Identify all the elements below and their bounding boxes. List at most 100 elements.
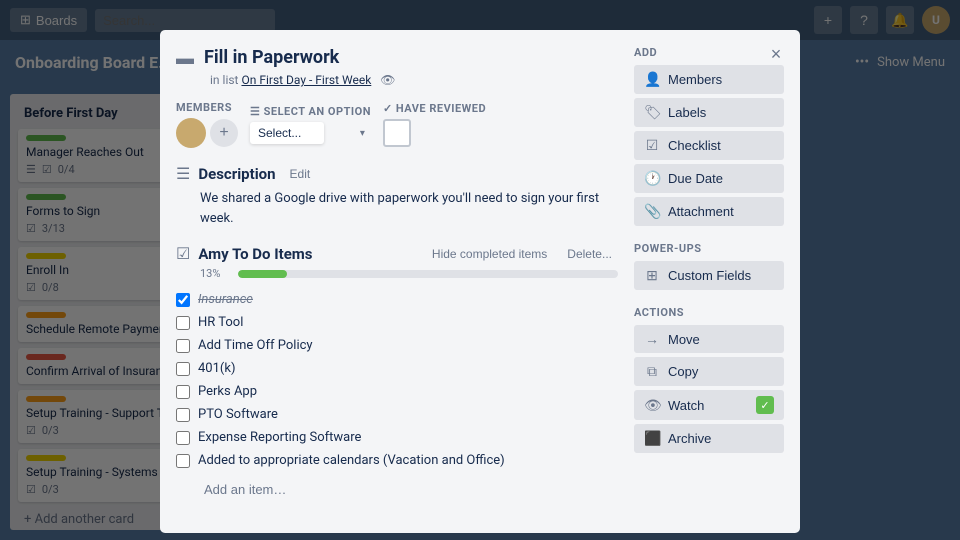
select-icon: ☰ (250, 105, 260, 118)
copy-icon: ⧉ (644, 363, 660, 380)
modal-sidebar: ADD 👤 Members 🏷 Labels ☑ Checklist 🕐 Due… (634, 46, 784, 517)
select-dropdown[interactable]: Select... Option 1 Option 2 (250, 122, 324, 144)
watch-btn-label: Watch (668, 398, 704, 413)
reviewed-checkbox[interactable] (383, 119, 411, 147)
modal-overlay[interactable]: ▬ Fill in Paperwork in list On First Day… (0, 0, 960, 540)
checklist-item-text: Perks App (198, 384, 257, 399)
label-icon: 🏷 (644, 104, 660, 121)
have-reviewed-section: ✓ HAVE REVIEWED (383, 102, 486, 147)
member-avatar (176, 118, 206, 148)
checklist-item: Added to appropriate calendars (Vacation… (176, 449, 618, 472)
members-btn-label: Members (668, 72, 722, 87)
checklist-item-text: Expense Reporting Software (198, 430, 361, 445)
members-button[interactable]: 👤 Members (634, 65, 784, 94)
description-section: ☰ Description Edit We shared a Google dr… (176, 164, 618, 228)
description-text: We shared a Google drive with paperwork … (200, 189, 618, 228)
copy-button[interactable]: ⧉ Copy (634, 357, 784, 386)
description-title: Description (198, 165, 275, 183)
have-reviewed-label: ✓ HAVE REVIEWED (383, 102, 486, 115)
checklist-checkbox[interactable] (176, 362, 190, 376)
select-wrapper: Select... Option 1 Option 2 (250, 122, 371, 144)
checklist-item: 401(k) (176, 357, 618, 380)
select-option-label: ☰ SELECT AN OPTION (250, 105, 371, 118)
power-ups-label: POWER-UPS (634, 242, 784, 255)
delete-checklist-button[interactable]: Delete... (561, 245, 618, 263)
modal-main-content: ▬ Fill in Paperwork in list On First Day… (176, 46, 634, 517)
select-label-text: SELECT AN OPTION (264, 105, 371, 118)
checklist-title: Amy To Do Items (198, 245, 312, 263)
checklist-btn-label: Checklist (668, 138, 721, 153)
labels-button[interactable]: 🏷 Labels (634, 98, 784, 127)
add-item-row: Add an item… (198, 478, 618, 501)
description-edit-button[interactable]: Edit (284, 165, 317, 183)
checklist-items: Insurance HR Tool Add Time Off Policy 40… (176, 288, 618, 472)
checklist-item: Insurance (176, 288, 618, 311)
add-item-button[interactable]: Add an item… (198, 478, 292, 501)
hide-completed-button[interactable]: Hide completed items (426, 245, 553, 263)
watch-button[interactable]: 👁 Watch ✓ (634, 390, 784, 420)
add-section: ADD 👤 Members 🏷 Labels ☑ Checklist 🕐 Due… (634, 46, 784, 226)
move-btn-label: Move (668, 332, 700, 347)
labels-btn-label: Labels (668, 105, 706, 120)
watch-eye-icon: 👁 (380, 73, 395, 87)
progress-percentage: 13% (200, 267, 230, 280)
archive-icon: ⬛ (644, 430, 660, 447)
checklist-item: Expense Reporting Software (176, 426, 618, 449)
person-icon: 👤 (644, 71, 660, 88)
progress-bar-background (238, 270, 618, 278)
description-title-row: ☰ Description Edit (176, 164, 618, 183)
checklist-item-text: 401(k) (198, 361, 235, 376)
card-modal: ▬ Fill in Paperwork in list On First Day… (160, 30, 800, 533)
archive-btn-label: Archive (668, 431, 711, 446)
actions-label: ACTIONS (634, 306, 784, 319)
checklist-item: Add Time Off Policy (176, 334, 618, 357)
checklist-checkbox[interactable] (176, 316, 190, 330)
attachment-button[interactable]: 📎 Attachment (634, 197, 784, 226)
checklist-icon: ☑ (176, 244, 190, 263)
description-icon: ☰ (176, 164, 190, 183)
clock-icon: 🕐 (644, 170, 660, 187)
checklist-item: HR Tool (176, 311, 618, 334)
move-icon: → (644, 331, 660, 347)
custom-fields-button[interactable]: ⊞ Custom Fields (634, 261, 784, 290)
checklist-item-text: HR Tool (198, 315, 243, 330)
card-icon: ▬ (176, 48, 194, 69)
checklist-checkbox[interactable] (176, 408, 190, 422)
attachment-icon: 📎 (644, 203, 660, 220)
actions-section: ACTIONS → Move ⧉ Copy 👁 Watch ✓ (634, 306, 784, 453)
progress-bar-fill (238, 270, 287, 278)
copy-btn-label: Copy (668, 364, 698, 379)
modal-subtitle: in list On First Day - First Week 👁 (204, 73, 618, 87)
checklist-section: ☑ Amy To Do Items Hide completed items D… (176, 244, 618, 501)
custom-fields-btn-label: Custom Fields (668, 268, 751, 283)
checklist-checkbox[interactable] (176, 454, 190, 468)
power-ups-section: POWER-UPS ⊞ Custom Fields (634, 242, 784, 290)
modal-title: Fill in Paperwork (204, 46, 339, 69)
modal-title-area: ▬ Fill in Paperwork (176, 46, 618, 69)
members-label: MEMBERS (176, 101, 238, 114)
checklist-checkbox[interactable] (176, 385, 190, 399)
checklist-add-icon: ☑ (644, 137, 660, 154)
checklist-item-text: Add Time Off Policy (198, 338, 313, 353)
move-button[interactable]: → Move (634, 325, 784, 353)
members-section: MEMBERS + (176, 101, 238, 148)
archive-button[interactable]: ⬛ Archive (634, 424, 784, 453)
check-icon: ✓ (383, 102, 393, 115)
due-date-button[interactable]: 🕐 Due Date (634, 164, 784, 193)
member-avatars: + (176, 118, 238, 148)
modal-close-button[interactable]: × (762, 40, 790, 68)
checklist-item: PTO Software (176, 403, 618, 426)
watch-active-check: ✓ (756, 396, 774, 414)
checklist-item-text: Added to appropriate calendars (Vacation… (198, 453, 505, 468)
checklist-actions: Hide completed items Delete... (426, 245, 618, 263)
list-link[interactable]: On First Day - First Week (241, 73, 371, 87)
checklist-button[interactable]: ☑ Checklist (634, 131, 784, 160)
watch-icon: 👁 (644, 397, 660, 414)
custom-fields-icon: ⊞ (644, 267, 660, 284)
checklist-item-text: PTO Software (198, 407, 278, 422)
checklist-checkbox[interactable] (176, 339, 190, 353)
subtitle-prefix: in list (210, 73, 238, 87)
checklist-checkbox[interactable] (176, 431, 190, 445)
checklist-checkbox[interactable] (176, 293, 190, 307)
add-member-button[interactable]: + (210, 119, 238, 147)
